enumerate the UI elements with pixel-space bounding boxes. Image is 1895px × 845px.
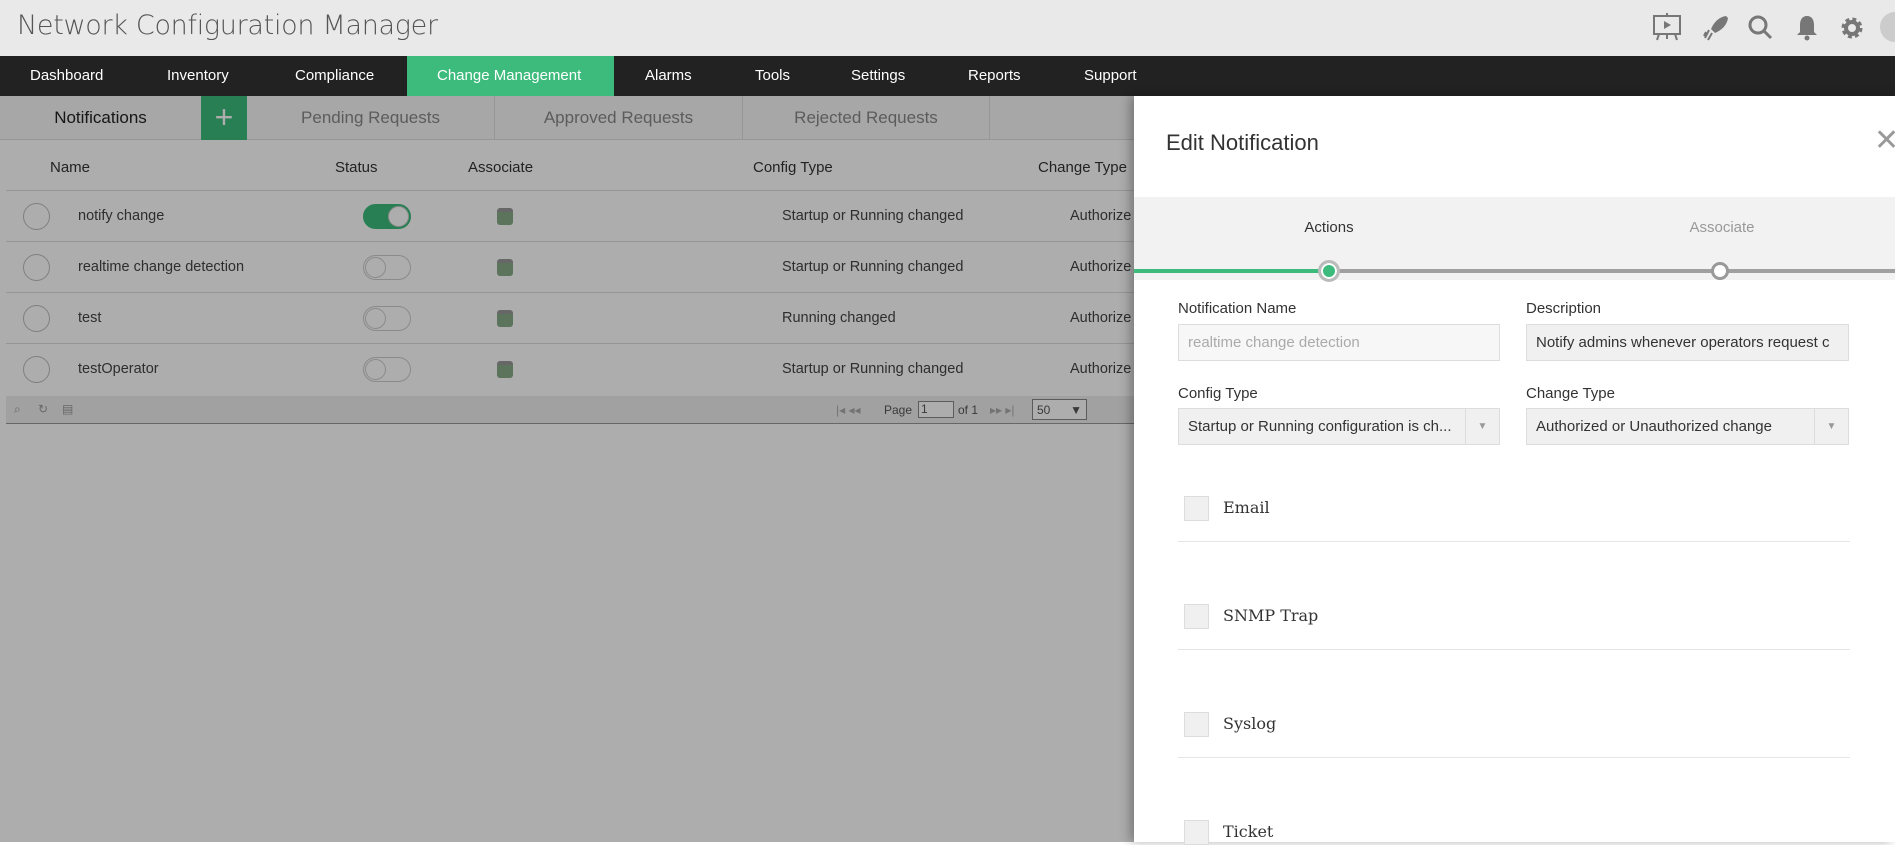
syslog-checkbox[interactable]: [1184, 712, 1209, 737]
nav-inventory[interactable]: Inventory: [137, 56, 259, 96]
panel-title: Edit Notification: [1166, 130, 1319, 155]
change-type-value: Authorized or Unauthorized change: [1536, 418, 1772, 435]
email-checkbox[interactable]: [1184, 496, 1209, 521]
step-dot-associate[interactable]: [1711, 262, 1729, 280]
step-associate[interactable]: Associate: [1689, 219, 1754, 236]
description-label: Description: [1526, 300, 1602, 317]
step-actions[interactable]: Actions: [1304, 219, 1353, 236]
ticket-checkbox[interactable]: [1184, 820, 1209, 845]
notification-name-label: Notification Name: [1178, 300, 1297, 317]
wizard-steps: Actions Associate: [1134, 197, 1895, 282]
snmp-trap-label: SNMP Trap: [1223, 606, 1319, 625]
description-input[interactable]: Notify admins whenever operators request…: [1526, 324, 1849, 361]
divider: [1178, 757, 1850, 758]
nav-settings[interactable]: Settings: [821, 56, 935, 96]
gear-icon[interactable]: [1836, 12, 1868, 44]
step-dot-actions[interactable]: [1318, 260, 1340, 282]
syslog-label: Syslog: [1223, 714, 1277, 733]
nav-alarms[interactable]: Alarms: [615, 56, 722, 96]
nav-compliance[interactable]: Compliance: [265, 56, 404, 96]
ticket-label: Ticket: [1223, 822, 1274, 841]
user-avatar-icon[interactable]: [1880, 12, 1895, 42]
nav-support[interactable]: Support: [1054, 56, 1167, 96]
nav-change-management[interactable]: Change Management: [407, 56, 614, 96]
notification-name-input[interactable]: realtime change detection: [1178, 324, 1500, 361]
divider: [1178, 649, 1850, 650]
config-type-value: Startup or Running configuration is ch..…: [1188, 418, 1452, 435]
change-type-label: Change Type: [1526, 385, 1615, 402]
divider: [1178, 541, 1850, 542]
snmp-trap-checkbox[interactable]: [1184, 604, 1209, 629]
presentation-icon[interactable]: [1651, 12, 1683, 44]
close-icon[interactable]: ✕: [1874, 126, 1895, 156]
email-label: Email: [1223, 498, 1270, 517]
app-header: Network Configuration Manager: [0, 0, 1895, 56]
rocket-icon[interactable]: [1700, 12, 1732, 44]
main-nav: Dashboard Inventory Compliance Change Ma…: [0, 56, 1895, 96]
progress-done: [1134, 269, 1329, 273]
change-type-select[interactable]: Authorized or Unauthorized change ▼: [1526, 408, 1849, 445]
edit-notification-panel: Edit Notification ✕ Actions Associate No…: [1134, 96, 1895, 845]
chevron-down-icon: ▼: [1814, 409, 1848, 444]
nav-reports[interactable]: Reports: [938, 56, 1051, 96]
config-type-select[interactable]: Startup or Running configuration is ch..…: [1178, 408, 1500, 445]
nav-tools[interactable]: Tools: [725, 56, 820, 96]
search-icon[interactable]: [1745, 12, 1777, 44]
nav-dashboard[interactable]: Dashboard: [0, 56, 133, 96]
chevron-down-icon: ▼: [1465, 409, 1499, 444]
app-title: Network Configuration Manager: [17, 10, 438, 41]
config-type-label: Config Type: [1178, 385, 1258, 402]
bell-icon[interactable]: [1791, 12, 1823, 44]
progress-remaining: [1329, 269, 1895, 273]
